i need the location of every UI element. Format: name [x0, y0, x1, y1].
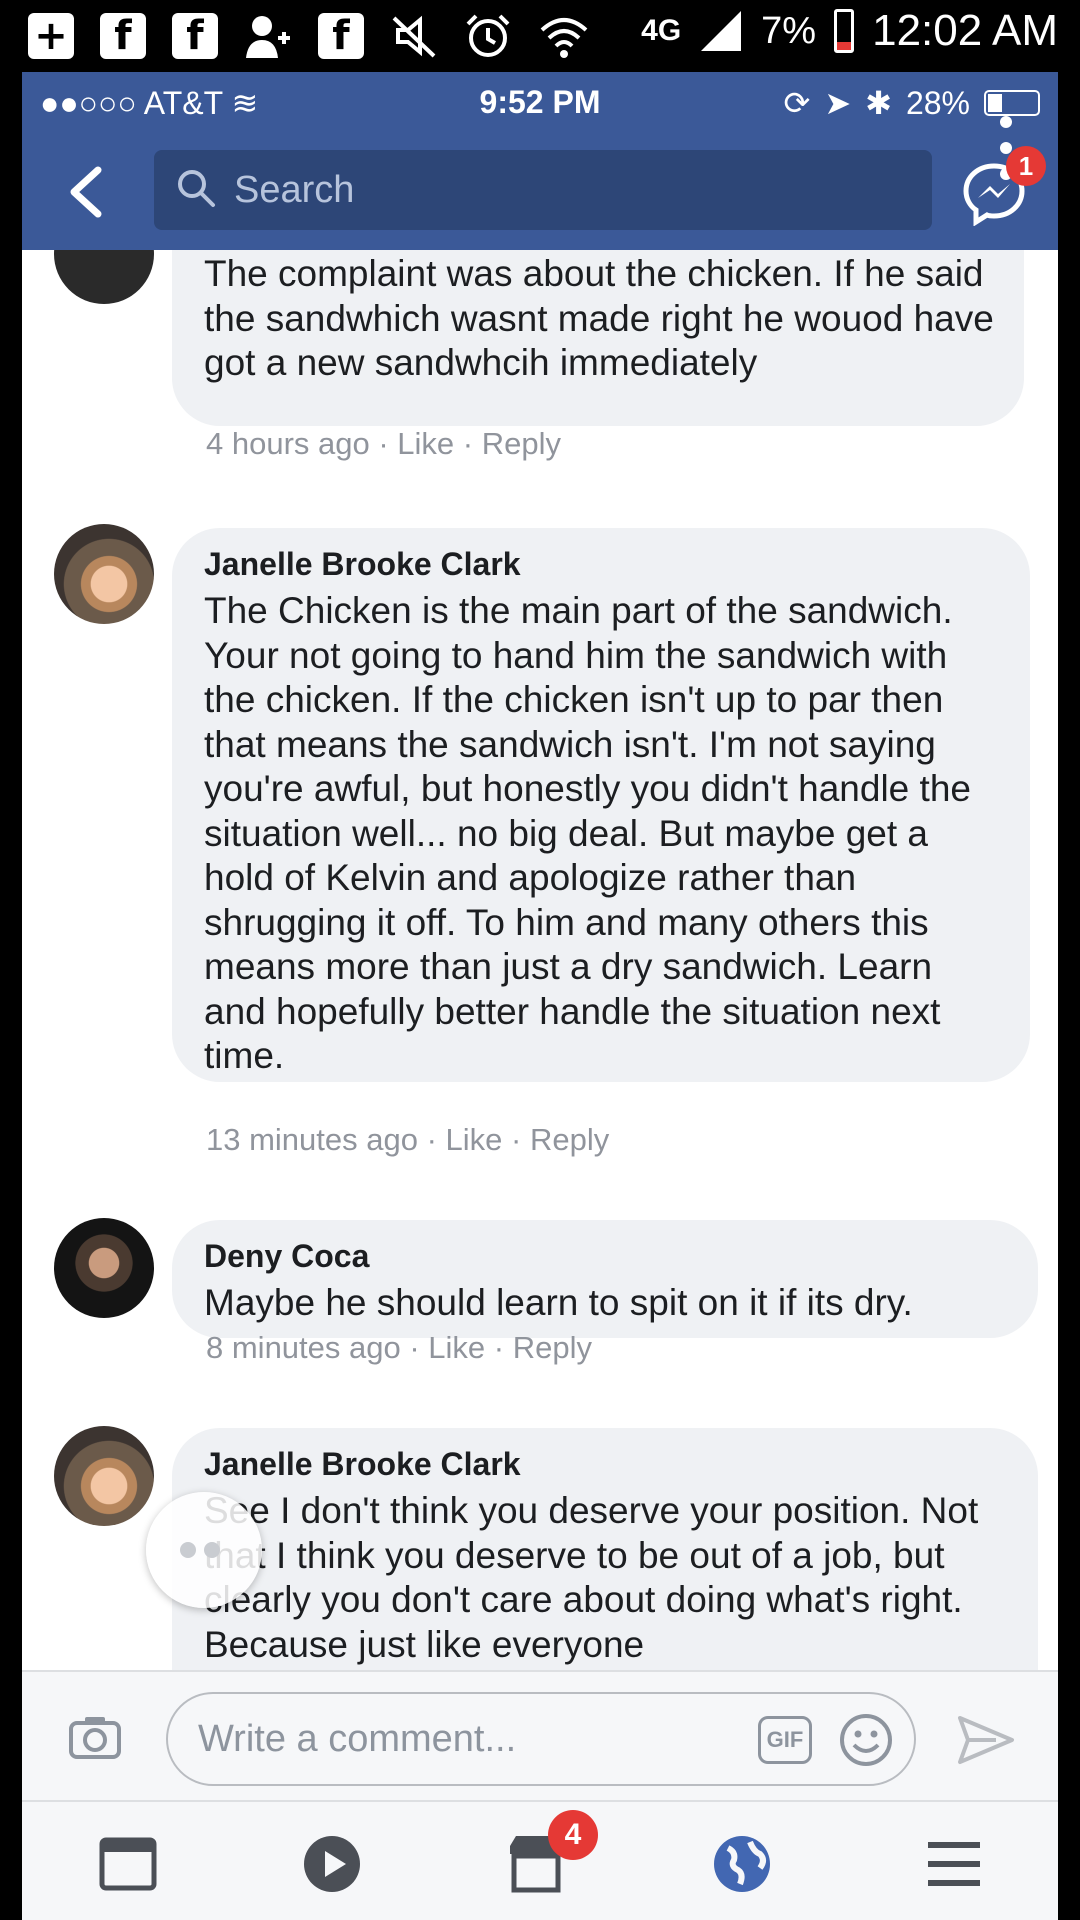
rotation-lock-icon: ⟳: [783, 85, 811, 121]
comment-time: 4 hours ago: [206, 426, 370, 461]
facebook-icon: f: [318, 13, 364, 59]
bluetooth-icon: ✱: [865, 85, 892, 121]
comment-bubble: Janelle Brooke Clark See I don't think y…: [172, 1428, 1038, 1670]
facebook-app-screen: ●●○○○ AT&T ≋ 9:52 PM ⟳ ➤ ✱ 28% 1 The com: [22, 72, 1058, 1920]
comment-meta: 8 minutes ago · Like · Reply: [206, 1330, 592, 1365]
comment-field[interactable]: GIF: [166, 1692, 916, 1786]
reply-link[interactable]: Reply: [530, 1122, 609, 1157]
facebook-icon: f: [100, 13, 146, 59]
network-type: 4G: [641, 14, 682, 47]
search-bar[interactable]: [154, 150, 932, 230]
battery-icon: [834, 9, 855, 53]
wifi-icon: [540, 18, 588, 58]
video-icon[interactable]: [300, 1832, 364, 1896]
commenter-name[interactable]: Janelle Brooke Clark: [204, 546, 1000, 583]
notification-icons: + f f f: [28, 12, 590, 60]
comment-meta: 4 hours ago · Like · Reply: [206, 426, 561, 461]
search-input[interactable]: [234, 150, 914, 230]
emoji-icon[interactable]: [838, 1712, 894, 1768]
comment-bubble: Deny Coca Maybe he should learn to spit …: [172, 1220, 1038, 1338]
clock: 12:02 AM: [872, 6, 1058, 55]
comments-list: The complaint was about the chicken. If …: [22, 250, 1058, 1670]
battery-percent: 7%: [761, 9, 817, 52]
system-status: 4G 7% 12:02 AM: [641, 6, 1058, 56]
facebook-icon: f: [172, 13, 218, 59]
avatar[interactable]: [54, 250, 154, 304]
bottom-nav: 4: [22, 1800, 1058, 1920]
app-header: ●●○○○ AT&T ≋ 9:52 PM ⟳ ➤ ✱ 28% 1: [22, 72, 1058, 250]
comment-text: Maybe he should learn to spit on it if i…: [204, 1282, 913, 1323]
gif-button[interactable]: GIF: [758, 1716, 812, 1764]
comment-text: The Chicken is the main part of the sand…: [204, 590, 971, 1076]
comment-composer: GIF: [22, 1670, 1058, 1800]
comment-bubble: Janelle Brooke Clark The Chicken is the …: [172, 528, 1030, 1082]
avatar[interactable]: [54, 524, 154, 624]
news-feed-icon[interactable]: [96, 1832, 160, 1896]
location-icon: ➤: [824, 85, 852, 121]
commenter-name[interactable]: Deny Coca: [204, 1238, 1008, 1275]
mute-icon: [392, 15, 436, 58]
alarm-icon: [466, 14, 510, 57]
like-link[interactable]: Like: [397, 426, 454, 461]
commenter-name[interactable]: Janelle Brooke Clark: [204, 1446, 1008, 1483]
typing-dot-icon: [204, 1542, 220, 1558]
add-icon: +: [28, 13, 74, 59]
ios-status-bar: ●●○○○ AT&T ≋ 9:52 PM ⟳ ➤ ✱ 28%: [22, 72, 1058, 132]
avatar[interactable]: [54, 1218, 154, 1318]
add-friend-icon: [246, 16, 290, 58]
comment-text: See I don't think you deserve your posit…: [204, 1490, 979, 1665]
comment-input[interactable]: [198, 1694, 738, 1784]
comment-bubble: The complaint was about the chicken. If …: [172, 250, 1024, 426]
ios-battery-icon: [984, 90, 1040, 116]
comment-time: 8 minutes ago: [206, 1330, 401, 1365]
signal-icon: [701, 11, 742, 51]
chat-head-bubble[interactable]: [146, 1492, 262, 1608]
send-icon[interactable]: [956, 1714, 1016, 1766]
like-link[interactable]: Like: [446, 1122, 503, 1157]
android-status-bar: + f f f 4G 7% 12:02 AM: [0, 0, 1080, 72]
search-icon: [178, 170, 215, 207]
marketplace-badge: 4: [548, 1810, 598, 1860]
like-link[interactable]: Like: [428, 1330, 485, 1365]
typing-dot-icon: [180, 1542, 196, 1558]
ios-battery-percent: 28%: [905, 84, 970, 121]
reply-link[interactable]: Reply: [482, 426, 561, 461]
menu-icon[interactable]: [922, 1832, 986, 1896]
avatar[interactable]: [54, 1426, 154, 1526]
comment-meta: 13 minutes ago · Like · Reply: [206, 1122, 610, 1157]
reply-link[interactable]: Reply: [513, 1330, 592, 1365]
comment-time: 13 minutes ago: [206, 1122, 418, 1157]
camera-icon[interactable]: [68, 1714, 122, 1760]
messenger-badge: 1: [1006, 146, 1046, 186]
notifications-globe-icon[interactable]: [710, 1832, 774, 1896]
comment-text: The complaint was about the chicken. If …: [204, 253, 994, 383]
back-button[interactable]: [58, 162, 118, 222]
